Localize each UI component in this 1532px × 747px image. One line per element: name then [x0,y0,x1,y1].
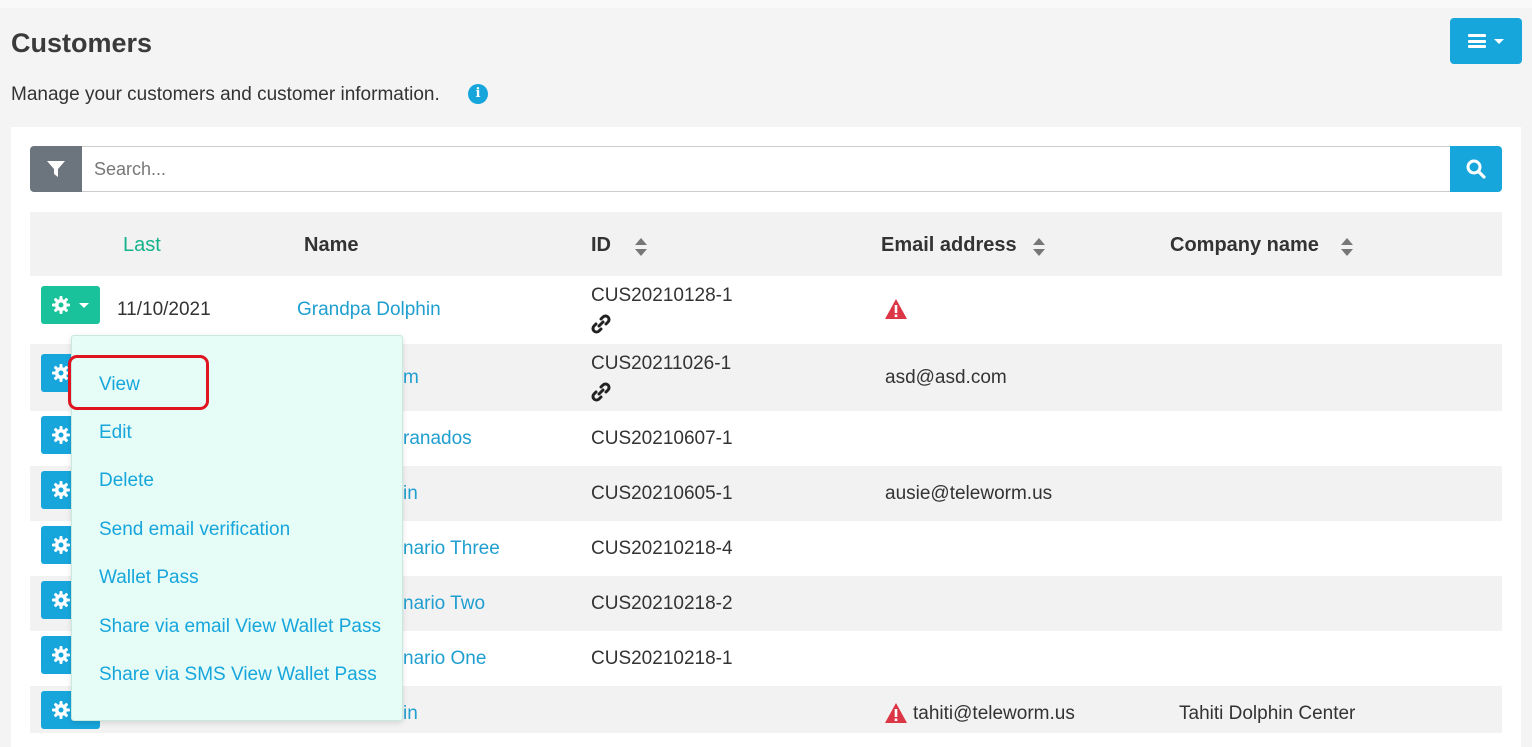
gear-icon [52,701,70,719]
customer-email: tahiti@teleworm.us [913,703,1075,724]
highlight-annotation [68,355,209,410]
top-bar [0,0,1532,8]
gear-icon [52,426,70,444]
menu-item-share-sms-wallet-pass[interactable]: Share via SMS View Wallet Pass [99,664,377,686]
column-header-email[interactable]: Email address [881,234,1017,257]
warning-icon [885,703,907,723]
menu-item-send-email-verification[interactable]: Send email verification [99,519,290,541]
gear-icon [52,536,70,554]
column-header-last[interactable]: Last [123,234,161,257]
customer-id: CUS20210128-1 [591,285,733,306]
sort-icon[interactable] [1341,238,1353,256]
customer-id: CUS20210218-1 [591,648,733,669]
menu-item-edit[interactable]: Edit [99,422,132,444]
customer-id: CUS20211026-1 [591,353,732,374]
customer-name-link[interactable]: ranados [403,428,472,450]
page-menu-button[interactable] [1450,18,1522,64]
gear-icon [52,296,70,314]
customer-id: CUS20210218-4 [591,538,733,559]
sort-icon[interactable] [635,238,647,256]
page-title: Customers [11,28,153,58]
last-visit: 11/10/2021 [117,299,211,320]
menu-item-delete[interactable]: Delete [99,470,154,492]
customer-name-link[interactable]: nario Two [403,593,485,615]
search-button[interactable] [1450,146,1502,192]
gear-icon [52,646,70,664]
customer-name-link[interactable]: in [403,703,418,725]
customer-name-link[interactable]: m [403,367,419,389]
filter-icon [47,161,65,177]
customer-name-link[interactable]: in [403,483,418,505]
search-icon [1466,159,1486,179]
customer-id: CUS20210605-1 [591,483,733,504]
filter-button[interactable] [30,146,82,192]
customer-name-link[interactable]: nario One [403,648,486,670]
customer-email: ausie@teleworm.us [885,483,1053,504]
customer-name-link[interactable]: nario Three [403,538,500,560]
hamburger-icon [1468,34,1486,48]
caret-down-icon [1494,38,1504,44]
gear-icon [52,481,70,499]
menu-item-share-email-wallet-pass[interactable]: Share via email View Wallet Pass [99,616,381,638]
warning-icon [885,299,907,319]
customer-email: asd@asd.com [885,367,1007,388]
table-row [30,276,1502,344]
page-subtitle: Manage your customers and customer infor… [11,84,440,105]
sort-icon[interactable] [1033,238,1045,256]
customer-company: Tahiti Dolphin Center [1179,703,1356,724]
caret-down-icon [79,302,89,308]
column-header-name[interactable]: Name [304,234,358,257]
search-input[interactable] [82,146,1450,192]
info-icon[interactable]: i [468,84,488,104]
customer-id: CUS20210218-2 [591,593,733,614]
column-header-id[interactable]: ID [591,234,611,257]
customer-name-link[interactable]: Grandpa Dolphin [297,299,441,321]
menu-item-wallet-pass[interactable]: Wallet Pass [99,567,199,589]
gear-icon [52,591,70,609]
link-icon[interactable] [591,314,611,334]
customer-id: CUS20210607-1 [591,428,733,449]
column-header-company[interactable]: Company name [1170,234,1319,257]
link-icon[interactable] [591,382,611,402]
row-actions-button[interactable] [41,286,100,324]
